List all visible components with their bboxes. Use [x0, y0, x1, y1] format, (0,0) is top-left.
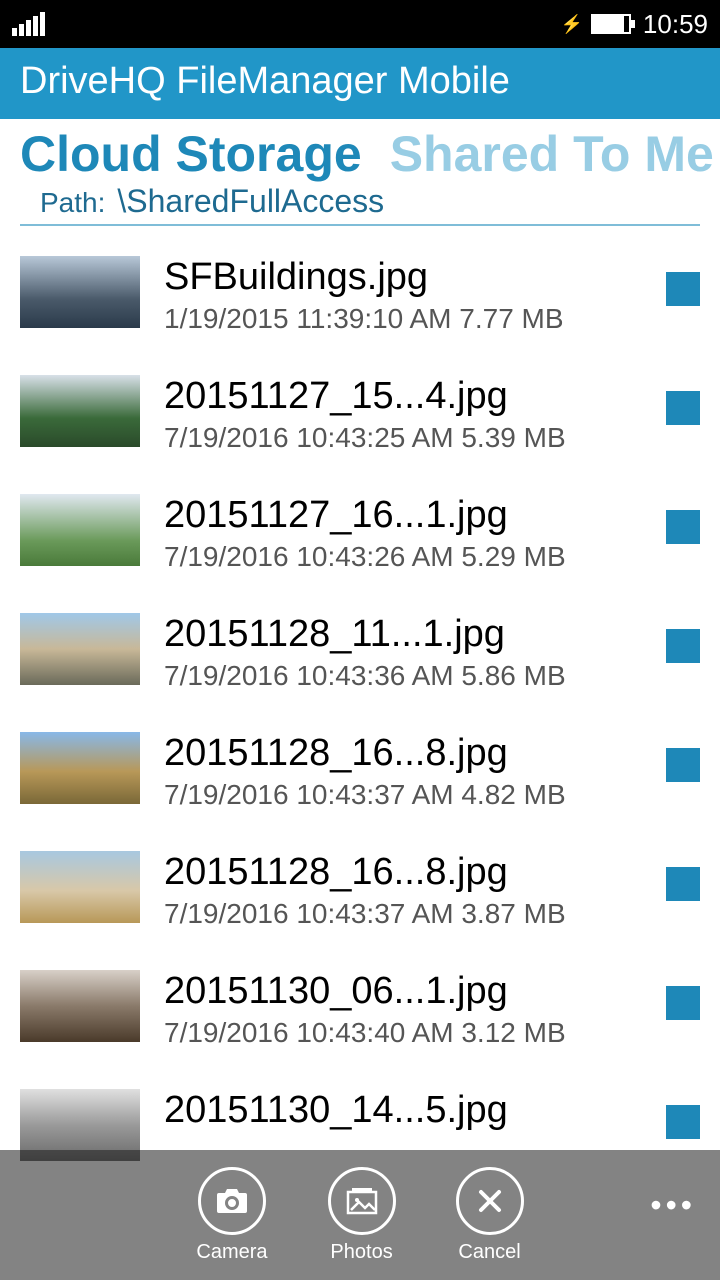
path-value[interactable]: \SharedFullAccess [117, 183, 384, 220]
thumbnail-icon [20, 851, 140, 923]
thumbnail-icon [20, 613, 140, 685]
thumbnail-icon [20, 256, 140, 328]
select-checkbox[interactable] [666, 1105, 700, 1139]
file-meta: 7/19/2016 10:43:40 AM 3.12 MB [164, 1017, 642, 1049]
file-meta: 1/19/2015 11:39:10 AM 7.77 MB [164, 303, 642, 335]
battery-icon [591, 14, 631, 34]
list-item[interactable]: SFBuildings.jpg 1/19/2015 11:39:10 AM 7.… [0, 246, 720, 365]
photos-label: Photos [330, 1241, 392, 1264]
file-name: 20151130_14...5.jpg [164, 1089, 642, 1132]
status-time: 10:59 [643, 9, 708, 40]
close-icon [475, 1186, 505, 1216]
file-name: 20151128_16...8.jpg [164, 851, 642, 894]
thumbnail-icon [20, 970, 140, 1042]
select-checkbox[interactable] [666, 272, 700, 306]
photos-icon [345, 1186, 379, 1216]
file-name: 20151128_11...1.jpg [164, 613, 642, 656]
file-meta: 7/19/2016 10:43:36 AM 5.86 MB [164, 660, 642, 692]
camera-icon [215, 1187, 249, 1215]
list-item[interactable]: 20151128_16...8.jpg 7/19/2016 10:43:37 A… [0, 841, 720, 960]
cancel-button[interactable]: Cancel [456, 1167, 524, 1264]
status-bar: ⚡ 10:59 [0, 0, 720, 48]
tab-shared-to-me[interactable]: Shared To Me [390, 125, 714, 183]
path-label: Path: [40, 187, 105, 219]
file-name: 20151130_06...1.jpg [164, 970, 642, 1013]
list-item[interactable]: 20151128_16...8.jpg 7/19/2016 10:43:37 A… [0, 722, 720, 841]
camera-label: Camera [196, 1241, 267, 1264]
charging-icon: ⚡ [561, 14, 583, 35]
file-meta: 7/19/2016 10:43:25 AM 5.39 MB [164, 422, 642, 454]
select-checkbox[interactable] [666, 867, 700, 901]
thumbnail-icon [20, 732, 140, 804]
camera-button[interactable]: Camera [196, 1167, 267, 1264]
select-checkbox[interactable] [666, 986, 700, 1020]
cancel-label: Cancel [458, 1241, 520, 1264]
list-item[interactable]: 20151127_16...1.jpg 7/19/2016 10:43:26 A… [0, 484, 720, 603]
more-button[interactable]: ••• [650, 1187, 696, 1224]
select-checkbox[interactable] [666, 629, 700, 663]
list-item[interactable]: 20151130_06...1.jpg 7/19/2016 10:43:40 A… [0, 960, 720, 1079]
file-name: SFBuildings.jpg [164, 256, 642, 299]
file-meta: 7/19/2016 10:43:26 AM 5.29 MB [164, 541, 642, 573]
list-item[interactable]: 20151128_11...1.jpg 7/19/2016 10:43:36 A… [0, 603, 720, 722]
file-meta: 7/19/2016 10:43:37 AM 4.82 MB [164, 779, 642, 811]
file-name: 20151127_16...1.jpg [164, 494, 642, 537]
thumbnail-icon [20, 375, 140, 447]
file-name: 20151127_15...4.jpg [164, 375, 642, 418]
signal-icon [12, 12, 45, 36]
app-title: DriveHQ FileManager Mobile [20, 60, 510, 102]
file-list[interactable]: SFBuildings.jpg 1/19/2015 11:39:10 AM 7.… [0, 226, 720, 1266]
select-checkbox[interactable] [666, 510, 700, 544]
file-meta: 7/19/2016 10:43:37 AM 3.87 MB [164, 898, 642, 930]
select-checkbox[interactable] [666, 391, 700, 425]
list-item[interactable]: 20151127_15...4.jpg 7/19/2016 10:43:25 A… [0, 365, 720, 484]
tab-cloud-storage[interactable]: Cloud Storage [20, 125, 362, 183]
tabs: Cloud Storage Shared To Me [0, 119, 720, 183]
photos-button[interactable]: Photos [328, 1167, 396, 1264]
bottom-app-bar: Camera Photos Cancel ••• [0, 1150, 720, 1280]
app-title-bar: DriveHQ FileManager Mobile [0, 48, 720, 119]
select-checkbox[interactable] [666, 748, 700, 782]
path-row: Path: \SharedFullAccess [20, 183, 700, 226]
thumbnail-icon [20, 494, 140, 566]
file-name: 20151128_16...8.jpg [164, 732, 642, 775]
